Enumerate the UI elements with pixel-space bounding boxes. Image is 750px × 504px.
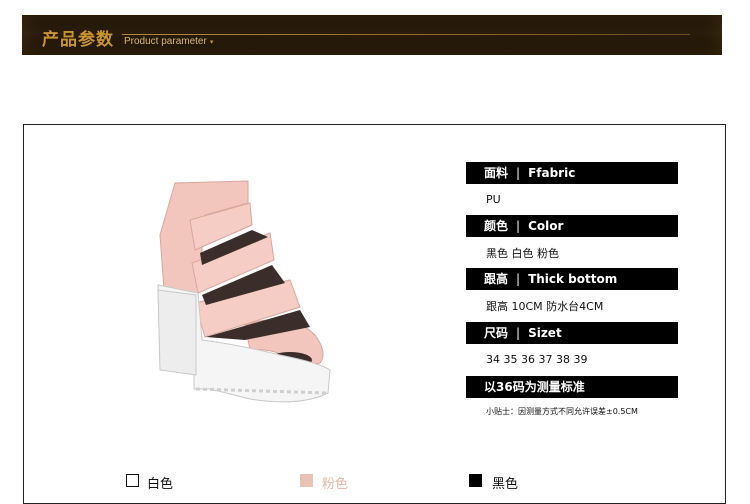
banner-subtitle-text: Product parameter xyxy=(124,36,207,47)
swatch-label-pink: 粉色 xyxy=(322,477,349,492)
swatch-box-pink[interactable] xyxy=(300,474,313,487)
spec-value-size: 34 35 36 37 38 39 xyxy=(486,353,588,366)
chevron-down-icon: ▾ xyxy=(209,39,214,46)
banner-subtitle: Product parameter ▾ xyxy=(124,36,213,47)
swatch-label-black: 黑色 xyxy=(492,477,519,492)
spec-separator: | xyxy=(516,326,521,340)
spec-header-en: Color xyxy=(528,219,564,233)
spec-header-cn: 以36码为测量标准 xyxy=(484,380,585,394)
spec-header-cn: 面料 xyxy=(484,166,509,180)
spec-header-heel: 跟高 | Thick bottom xyxy=(466,268,678,290)
spec-header-cn: 颜色 xyxy=(484,219,509,233)
spec-header-fabric: 面料 | Ffabric xyxy=(466,162,678,184)
swatch-label-white: 白色 xyxy=(147,477,174,492)
shoe-heel xyxy=(157,289,197,376)
section-banner: 产品参数 Product parameter ▾ xyxy=(22,15,722,55)
swatch-box-white[interactable] xyxy=(126,474,139,487)
spec-separator: | xyxy=(516,166,521,180)
spec-header-color: 颜色 | Color xyxy=(466,215,678,237)
product-image xyxy=(157,180,331,403)
spec-value-color: 黑色 白色 粉色 xyxy=(486,247,559,260)
spec-header-en: Ffabric xyxy=(528,166,576,180)
spec-separator: | xyxy=(516,219,521,233)
spec-value-heel: 跟高 10CM 防水台4CM xyxy=(486,300,604,313)
spec-header-cn: 跟高 xyxy=(484,272,509,286)
spec-separator: | xyxy=(516,272,521,286)
spec-note: 小贴士：因测量方式不同允许误差±0.5CM xyxy=(486,407,638,416)
spec-header-en: Sizet xyxy=(528,326,562,340)
spec-header-cn: 尺码 xyxy=(484,326,509,340)
spec-header-size: 尺码 | Sizet xyxy=(466,322,678,344)
spec-value-fabric: PU xyxy=(486,193,501,206)
spec-header-measure: 以36码为测量标准 xyxy=(466,376,678,398)
spec-header-en: Thick bottom xyxy=(528,272,618,286)
swatch-box-black[interactable] xyxy=(469,474,482,487)
banner-title: 产品参数 xyxy=(42,30,114,50)
banner-divider xyxy=(122,34,690,35)
